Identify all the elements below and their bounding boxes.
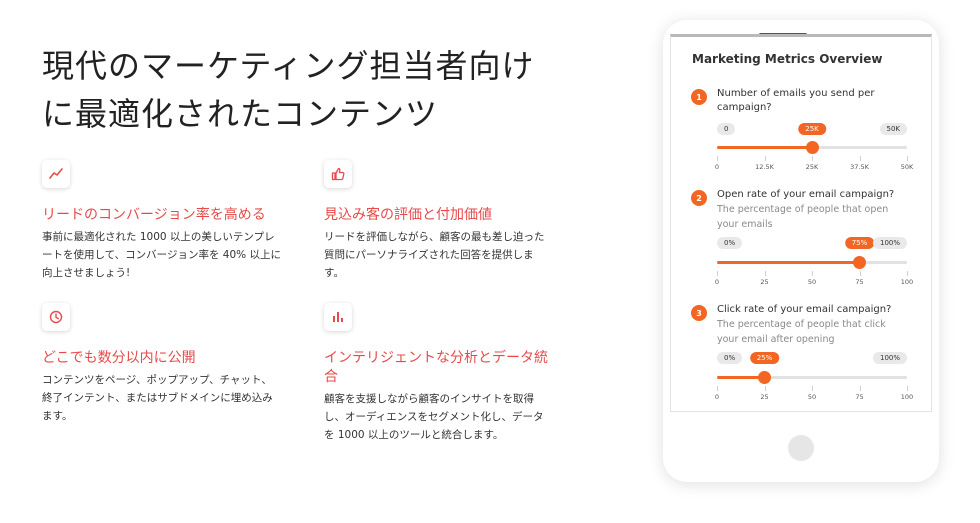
- slider-tick-label: 75: [855, 278, 864, 286]
- metric-question: Number of emails you send per campaign?: [717, 88, 875, 113]
- phone-mockup: Marketing Metrics Overview 1 Number of e…: [663, 20, 939, 482]
- feature-description: リードを評価しながら、顧客の最も差し迫った質問にパーソナライズされた回答を提供し…: [324, 231, 545, 279]
- slider-track[interactable]: 0 25 50 75 100: [715, 256, 913, 286]
- feature-description: 顧客を支援しながら顧客のインサイトを取得し、オーディエンスをセグメント化し、デー…: [324, 393, 544, 441]
- slider-max-label: 100%: [872, 237, 907, 249]
- clock-icon: [42, 303, 70, 331]
- phone-home-button: [788, 435, 814, 461]
- feature-publish: どこでも数分以内に公開 コンテンツをページ、ポップアップ、チャット、終了インテン…: [42, 303, 282, 425]
- metric-question: Open rate of your email campaign?: [717, 189, 895, 200]
- metric-subtext: The percentage of people that click your…: [717, 319, 886, 345]
- feature-description: 事前に最適化された 1000 以上の美しいテンプレートを使用して、コンバージョン…: [42, 231, 281, 279]
- slider-tick: [907, 271, 908, 276]
- slider-tick: [859, 156, 861, 161]
- slider-tick: [812, 156, 813, 161]
- phone-screen: Marketing Metrics Overview 1 Number of e…: [670, 34, 932, 412]
- slider-track[interactable]: 0 12.5K 25K 37.5K 50K: [715, 141, 913, 171]
- slider-tick: [812, 271, 813, 276]
- page-headline: 現代のマーケティング担当者向け に最適化されたコンテンツ: [42, 42, 602, 138]
- slider-tick: [764, 156, 766, 161]
- headline-line-1: 現代のマーケティング担当者向け: [42, 47, 535, 85]
- slider-tick: [764, 386, 766, 391]
- slider-tick: [764, 271, 766, 276]
- slider-tick-label: 25: [760, 393, 769, 401]
- slider-tick-label: 100: [900, 393, 914, 401]
- slider-value-label: 25K: [798, 123, 826, 135]
- feature-title: インテリジェントな分析とデータ統合: [324, 350, 548, 385]
- slider-tick-label: 50K: [900, 163, 914, 171]
- bar-chart-icon: [324, 303, 352, 331]
- slider-tick: [812, 386, 813, 391]
- slider-handle[interactable]: [758, 371, 771, 384]
- slider-tick-label: 37.5K: [850, 163, 869, 171]
- feature-conversion: リードのコンバージョン率を高める 事前に最適化された 1000 以上の美しいテン…: [42, 160, 282, 282]
- slider-tick-label: 50: [807, 393, 817, 401]
- slider-min-label: 0%: [717, 352, 743, 364]
- slider-value-label: 75%: [844, 237, 875, 249]
- metrics-title: Marketing Metrics Overview: [692, 52, 883, 66]
- slider-tick: [859, 386, 861, 391]
- slider-tick-label: 0: [714, 278, 720, 286]
- slider-tick-label: 50: [807, 278, 817, 286]
- slider-tick: [859, 271, 861, 276]
- slider-tick: [717, 271, 718, 276]
- slider-tick: [907, 156, 908, 161]
- slider-max-label: 100%: [872, 352, 907, 364]
- metric-number: 2: [691, 190, 707, 206]
- feature-title: どこでも数分以内に公開: [42, 350, 196, 366]
- slider-fill: [717, 146, 812, 149]
- feature-title: リードのコンバージョン率を高める: [42, 207, 266, 223]
- metric-number: 3: [691, 305, 707, 321]
- slider-tick-label: 25: [760, 278, 769, 286]
- slider-min-label: 0: [717, 123, 736, 135]
- slider-tick-label: 25K: [805, 163, 819, 171]
- slider-tick: [717, 386, 718, 391]
- metric-question: Click rate of your email campaign?: [717, 304, 892, 315]
- slider-tick-label: 75: [855, 393, 864, 401]
- metric-subtext: The percentage of people that open your …: [717, 204, 889, 230]
- slider-tick-label: 0: [714, 163, 720, 171]
- slider-min-label: 0%: [717, 237, 743, 249]
- slider-tick-label: 12.5K: [755, 163, 774, 171]
- slider-max-label: 50K: [879, 123, 907, 135]
- headline-line-2: に最適化されたコンテンツ: [42, 95, 439, 133]
- slider-value-label: 25%: [749, 352, 780, 364]
- feature-lead-scoring: 見込み客の評価と付加価値 リードを評価しながら、顧客の最も差し迫った質問にパーソ…: [324, 160, 552, 282]
- slider-tick-label: 100: [900, 278, 914, 286]
- feature-analytics: インテリジェントな分析とデータ統合 顧客を支援しながら顧客のインサイトを取得し、…: [324, 303, 552, 444]
- slider-tick-label: 0: [714, 393, 720, 401]
- feature-title: 見込み客の評価と付加価値: [324, 207, 492, 223]
- trend-line-icon: [42, 160, 70, 188]
- feature-description: コンテンツをページ、ポップアップ、チャット、終了インテント、またはサブドメインに…: [42, 374, 273, 422]
- slider-tick: [907, 386, 908, 391]
- slider-tick: [717, 156, 718, 161]
- slider-handle[interactable]: [853, 256, 866, 269]
- slider-fill: [717, 261, 860, 264]
- slider-handle[interactable]: [805, 141, 819, 154]
- thumbs-up-icon: [324, 160, 352, 188]
- slider-track[interactable]: 0 25 50 75 100: [715, 371, 913, 401]
- metric-number: 1: [691, 89, 707, 105]
